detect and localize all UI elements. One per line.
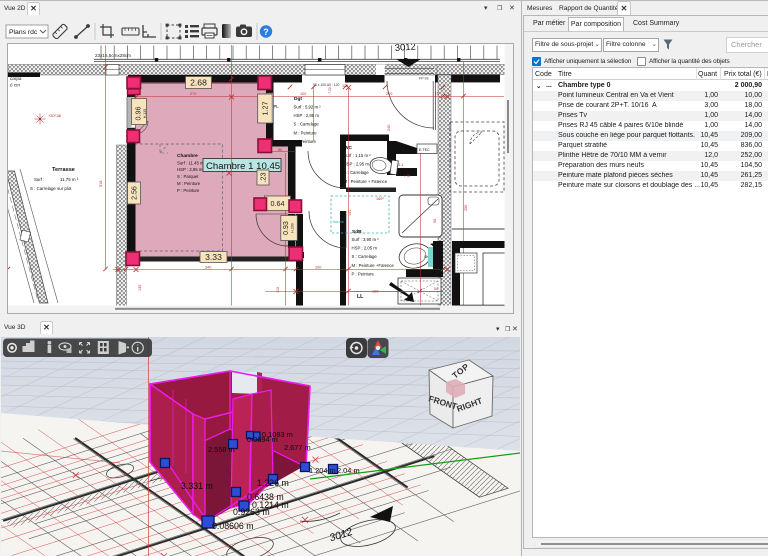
svg-text:23x16,5cmx28cm: 23x16,5cmx28cm — [95, 53, 131, 58]
svg-text:S : Carrelage sur plot: S : Carrelage sur plot — [30, 186, 72, 191]
svg-text:141: 141 — [348, 210, 352, 216]
svg-text:H.135: H.135 — [143, 109, 147, 119]
svg-text:0.9263 m: 0.9263 m — [233, 507, 270, 517]
svg-text:.23: .23 — [259, 172, 268, 182]
svg-text:carpa: carpa — [10, 76, 22, 81]
svg-text:98 x 100 AII : 120: 98 x 100 AII : 120 — [313, 83, 340, 87]
svg-text:HSP : 2,95 m: HSP : 2,95 m — [177, 167, 203, 172]
svg-text:+20¹,36: +20¹,36 — [48, 114, 61, 118]
svg-text:50: 50 — [434, 287, 438, 291]
svg-text:P : Peinture: P : Peinture — [177, 188, 200, 193]
svg-text:2.04 m: 2.04 m — [337, 466, 360, 475]
svg-text:340: 340 — [205, 266, 211, 270]
svg-text:M : Peinture +Faïence: M : Peinture +Faïence — [352, 263, 395, 268]
svg-text:3.33: 3.33 — [205, 252, 222, 262]
svg-text:11,75 m ²: 11,75 m ² — [60, 177, 79, 182]
svg-text:200: 200 — [386, 92, 392, 96]
svg-text:3012: 3012 — [394, 44, 416, 54]
svg-text:S : Carrelage: S : Carrelage — [352, 254, 378, 259]
svg-text:Surf :: Surf : — [34, 177, 45, 182]
svg-text:Surf : 5,92 m ²: Surf : 5,92 m ² — [294, 105, 322, 110]
svg-text:M : Peinture: M : Peinture — [177, 181, 201, 186]
svg-text:M : Peinture + Faïence: M : Peinture + Faïence — [344, 179, 388, 184]
svg-text:270: 270 — [190, 92, 196, 96]
svg-text:1.226 m: 1.226 m — [257, 478, 289, 488]
svg-text:SdB: SdB — [352, 229, 362, 235]
svg-text:2.558 m: 2.558 m — [208, 445, 235, 454]
svg-text:90: 90 — [433, 219, 437, 223]
svg-text:2.56: 2.56 — [132, 186, 139, 200]
svg-text:160²: 160² — [376, 197, 384, 201]
svg-text:bas rdc: bas rdc — [333, 220, 344, 224]
svg-text:S : Carrelage: S : Carrelage — [294, 122, 320, 127]
svg-text:80: 80 — [278, 148, 282, 152]
svg-text:100: 100 — [315, 266, 321, 270]
svg-text:1.204 m: 1.204 m — [309, 466, 336, 475]
svg-text:Surf : 3,90 m ²: Surf : 3,90 m ² — [352, 237, 380, 242]
svg-text:P : Peinture: P : Peinture — [294, 139, 317, 144]
svg-text:135: 135 — [138, 285, 142, 291]
svg-text:110: 110 — [276, 287, 280, 293]
svg-text:518: 518 — [99, 181, 103, 187]
svg-text:H.200: H.200 — [290, 223, 294, 233]
svg-text:100: 100 — [300, 92, 306, 96]
svg-text:Surf : 1,15 m ²: Surf : 1,15 m ² — [344, 153, 372, 158]
svg-text:0.96: 0.96 — [134, 107, 143, 121]
svg-text:PL: PL — [274, 104, 280, 109]
svg-text:S : Parquet: S : Parquet — [177, 174, 199, 179]
svg-text:240: 240 — [387, 125, 391, 131]
svg-text:Plans rdc: Plans rdc — [9, 29, 38, 36]
svg-text:15: 15 — [435, 92, 439, 96]
svg-text:LL: LL — [357, 294, 364, 300]
svg-text:Dgt: Dgt — [294, 96, 302, 102]
svg-text:S : Carrelage: S : Carrelage — [344, 170, 370, 175]
svg-text:HSP : 2,05 m: HSP : 2,05 m — [352, 246, 378, 251]
svg-text:HSP : 2,95 m: HSP : 2,95 m — [294, 113, 320, 118]
svg-text:2.677 m: 2.677 m — [284, 443, 311, 452]
svg-text:6 cm: 6 cm — [10, 83, 20, 88]
svg-text:2.68: 2.68 — [190, 78, 207, 88]
svg-text:120: 120 — [372, 290, 378, 294]
svg-text:3.331 m: 3.331 m — [181, 481, 213, 491]
svg-text:1.27: 1.27 — [261, 102, 270, 116]
svg-text:0.93: 0.93 — [283, 221, 290, 235]
svg-text:0.0694 m: 0.0694 m — [247, 435, 278, 444]
svg-text:0.08606 m: 0.08606 m — [212, 521, 254, 531]
svg-text:250: 250 — [464, 205, 468, 211]
svg-text:?: ? — [263, 27, 269, 37]
svg-text:× 94: × 94 — [404, 174, 411, 178]
svg-text:HSP : 2,95 m: HSP : 2,95 m — [344, 162, 370, 167]
svg-text:Surf : 11.45 m ²: Surf : 11.45 m ² — [177, 160, 207, 165]
svg-text:Chambre: Chambre — [177, 153, 198, 159]
svg-text:E.TEC: E.TEC — [419, 148, 430, 152]
svg-text:Terrasse: Terrasse — [52, 167, 75, 173]
svg-text:0.64: 0.64 — [271, 199, 285, 208]
svg-text:P : Peinture: P : Peinture — [352, 271, 375, 276]
svg-text:FP 93: FP 93 — [419, 77, 429, 81]
svg-text:4.1: 4.1 — [398, 163, 403, 167]
